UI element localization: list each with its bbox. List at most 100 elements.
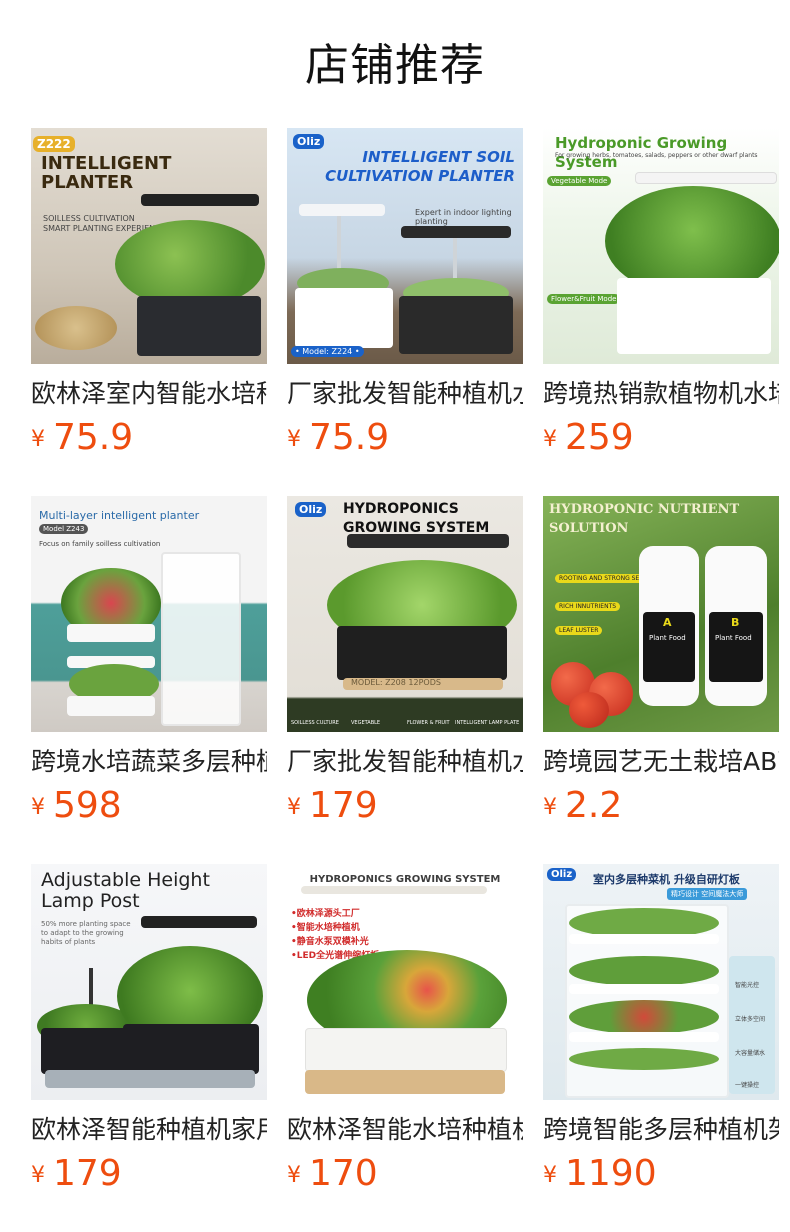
feature-label: •欧林泽源头工厂 bbox=[291, 909, 360, 919]
feature-label: 立体多空间 bbox=[735, 1016, 766, 1023]
planter-tank bbox=[337, 626, 507, 680]
model-badge: Z222 bbox=[33, 136, 75, 152]
product-card[interactable]: Oliz 室内多层种菜机 升级自研灯板 精巧设计 空间魔法大师 智能光控 立体多… bbox=[543, 864, 779, 1202]
planter-base bbox=[45, 1070, 255, 1088]
shelf-tier bbox=[67, 624, 155, 642]
bottle-caption: Plant Food bbox=[715, 634, 752, 642]
product-card[interactable]: Multi-layer intelligent planter Model Z2… bbox=[31, 496, 267, 834]
product-image[interactable]: HYDROPONICS GROWING SYSTEM •欧林泽源头工厂 •智能水… bbox=[287, 864, 523, 1100]
salad-bowl bbox=[35, 306, 117, 350]
feature-label: RICH INNUTRIENTS bbox=[555, 602, 621, 611]
shelf-rack bbox=[161, 552, 241, 726]
planter-tank bbox=[305, 1028, 507, 1072]
product-price: ¥2.2 bbox=[543, 785, 623, 826]
image-caption: habits of plants bbox=[41, 938, 96, 946]
product-card[interactable]: Hydroponic Growing System For growing he… bbox=[543, 128, 779, 466]
image-caption: MODEL: Z208 12PODS bbox=[351, 678, 441, 687]
image-caption: SOILLESS CULTIVATION bbox=[43, 214, 135, 223]
product-name[interactable]: 厂家批发智能种植机水培 bbox=[287, 378, 523, 410]
plants bbox=[115, 220, 265, 308]
product-card[interactable]: Adjustable Height Lamp Post 50% more plan… bbox=[31, 864, 267, 1202]
product-price: ¥598 bbox=[31, 785, 122, 826]
lamp-panel bbox=[141, 916, 257, 928]
product-price: ¥179 bbox=[287, 785, 378, 826]
product-name[interactable]: 跨境智能多层种植机架 bbox=[543, 1114, 779, 1146]
image-caption: Focus on family soilless cultivation bbox=[39, 540, 161, 548]
product-card[interactable]: Z222 INTELLIGENT PLANTER SOILLESS CULTIVA… bbox=[31, 128, 267, 466]
feature-label: 一键操控 bbox=[735, 1082, 760, 1089]
product-card[interactable]: Oliz INTELLIGENT SOIL CULTIVATION PLANTER… bbox=[287, 128, 523, 466]
product-name[interactable]: 跨境园艺无土栽培AB营养液 bbox=[543, 746, 779, 778]
bottle-caption: Plant Food bbox=[649, 634, 686, 642]
product-image[interactable]: Hydroponic Growing System For growing he… bbox=[543, 128, 779, 364]
image-caption: Expert in indoor lighting planting bbox=[415, 208, 512, 226]
lamp-panel bbox=[401, 226, 511, 238]
shelf-tier bbox=[569, 934, 719, 944]
feature-label: VEGETABLE bbox=[351, 720, 381, 726]
product-name[interactable]: 欧林泽智能种植机家用 bbox=[31, 1114, 267, 1146]
product-name[interactable]: 跨境水培蔬菜多层种植架 bbox=[31, 746, 267, 778]
image-heading: HYDROPONICS GROWING SYSTEM bbox=[343, 501, 490, 536]
plants bbox=[569, 1000, 719, 1034]
image-heading: INTELLIGENT PLANTER bbox=[41, 153, 172, 193]
bottle-letter: B bbox=[731, 616, 740, 629]
lamp-panel bbox=[347, 534, 509, 548]
shelf-tier bbox=[569, 1032, 719, 1042]
feature-label: •静音水泵双模补光 bbox=[291, 937, 369, 947]
product-card[interactable]: HYDROPONIC NUTRIENT SOLUTION ROOTING AND … bbox=[543, 496, 779, 834]
product-image[interactable]: Oliz INTELLIGENT SOIL CULTIVATION PLANTER… bbox=[287, 128, 523, 364]
brand-logo: Oliz bbox=[295, 502, 327, 517]
shelf-tier bbox=[67, 696, 155, 716]
feature-panel bbox=[729, 956, 775, 1094]
product-price: ¥170 bbox=[287, 1153, 378, 1194]
plants bbox=[569, 1048, 719, 1070]
plants bbox=[569, 956, 719, 986]
product-card[interactable]: Oliz HYDROPONICS GROWING SYSTEM MODEL: Z2… bbox=[287, 496, 523, 834]
product-card[interactable]: HYDROPONICS GROWING SYSTEM •欧林泽源头工厂 •智能水… bbox=[287, 864, 523, 1202]
image-heading: Adjustable Height Lamp Post bbox=[41, 869, 210, 912]
feature-label: LEAF LUSTER bbox=[555, 626, 603, 635]
image-caption: 精巧设计 空间魔法大师 bbox=[667, 888, 748, 900]
lamp-panel bbox=[301, 886, 487, 894]
feature-label: 大容量储水 bbox=[735, 1050, 766, 1057]
product-price: ¥1190 bbox=[543, 1153, 657, 1194]
product-price: ¥179 bbox=[31, 1153, 122, 1194]
lamp-panel bbox=[635, 172, 777, 184]
bottle-letter: A bbox=[663, 616, 672, 629]
feature-label: SOILLESS CULTURE bbox=[291, 720, 339, 726]
product-image[interactable]: HYDROPONIC NUTRIENT SOLUTION ROOTING AND … bbox=[543, 496, 779, 732]
section-title: 店铺推荐 bbox=[305, 40, 485, 91]
wood-base bbox=[305, 1070, 505, 1094]
feature-label: FLOWER & FRUIT bbox=[407, 720, 450, 726]
model-badge: • Model: Z224 • bbox=[291, 346, 364, 357]
image-heading: 室内多层种菜机 升级自研灯板 bbox=[593, 873, 740, 886]
product-image[interactable]: Z222 INTELLIGENT PLANTER SOILLESS CULTIVA… bbox=[31, 128, 267, 364]
product-name[interactable]: 厂家批发智能种植机水培 bbox=[287, 746, 523, 778]
mode-badge: Vegetable Mode bbox=[547, 176, 612, 186]
planter-tank bbox=[123, 1024, 259, 1074]
feature-label: 智能光控 bbox=[735, 982, 760, 989]
product-image[interactable]: Oliz 室内多层种菜机 升级自研灯板 精巧设计 空间魔法大师 智能光控 立体多… bbox=[543, 864, 779, 1100]
planter-tank bbox=[295, 288, 393, 348]
product-price: ¥75.9 bbox=[31, 417, 134, 458]
brand-logo: Oliz bbox=[547, 868, 577, 881]
product-image[interactable]: Oliz HYDROPONICS GROWING SYSTEM MODEL: Z2… bbox=[287, 496, 523, 732]
product-image[interactable]: Multi-layer intelligent planter Model Z2… bbox=[31, 496, 267, 732]
product-name[interactable]: 欧林泽室内智能水培种植机 bbox=[31, 378, 267, 410]
product-price: ¥75.9 bbox=[287, 417, 390, 458]
product-name[interactable]: 跨境热销款植物机水培 bbox=[543, 378, 779, 410]
shelf-tier bbox=[569, 984, 719, 994]
image-heading: INTELLIGENT SOIL CULTIVATION PLANTER bbox=[325, 148, 515, 185]
mode-badge: Flower&Fruit Mode bbox=[547, 294, 621, 304]
brand-logo: Oliz bbox=[293, 134, 325, 149]
image-heading: HYDROPONIC NUTRIENT SOLUTION bbox=[549, 502, 740, 536]
feature-label: •智能水培种植机 bbox=[291, 923, 360, 933]
planter-tank bbox=[399, 296, 513, 354]
image-heading: Multi-layer intelligent planter bbox=[39, 509, 200, 522]
product-image[interactable]: Adjustable Height Lamp Post 50% more plan… bbox=[31, 864, 267, 1100]
product-price: ¥259 bbox=[543, 417, 634, 458]
product-name[interactable]: 欧林泽智能水培种植机 bbox=[287, 1114, 523, 1146]
tomato bbox=[569, 692, 609, 728]
feature-label: INTELLIGENT LAMP PLATE bbox=[455, 720, 520, 726]
planter-tank bbox=[41, 1028, 131, 1074]
